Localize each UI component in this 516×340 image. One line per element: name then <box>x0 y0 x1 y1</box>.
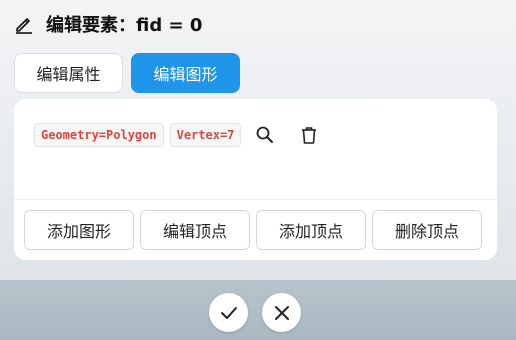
edit-feature-panel: 编辑要素：fid = 0 编辑属性 编辑图形 Geometry=Polygon … <box>0 0 516 280</box>
geometry-card: Geometry=Polygon Vertex=7 添加图形 编辑顶点 添加顶点 <box>14 99 497 260</box>
geometry-type-tag: Geometry=Polygon <box>34 123 164 147</box>
trash-icon[interactable] <box>297 123 321 147</box>
confirm-button[interactable] <box>209 293 248 332</box>
footer-bar <box>0 280 516 340</box>
panel-header: 编辑要素：fid = 0 <box>14 10 202 38</box>
tab-bar: 编辑属性 编辑图形 <box>14 53 240 93</box>
delete-vertex-button[interactable]: 删除顶点 <box>372 210 482 250</box>
add-vertex-button[interactable]: 添加顶点 <box>256 210 366 250</box>
edit-vertex-button[interactable]: 编辑顶点 <box>140 210 250 250</box>
geometry-info-row: Geometry=Polygon Vertex=7 <box>34 123 321 147</box>
close-icon <box>274 305 289 320</box>
check-icon <box>220 306 237 319</box>
geometry-action-bar: 添加图形 编辑顶点 添加顶点 删除顶点 <box>24 210 482 250</box>
card-divider <box>14 199 497 200</box>
vertex-count-tag: Vertex=7 <box>169 123 242 147</box>
edit-pencil-icon <box>14 14 34 34</box>
add-geometry-button[interactable]: 添加图形 <box>24 210 134 250</box>
page-title: 编辑要素：fid = 0 <box>46 15 203 36</box>
cancel-button[interactable] <box>262 293 301 332</box>
tab-edit-geometry[interactable]: 编辑图形 <box>131 53 240 93</box>
search-icon[interactable] <box>253 123 277 147</box>
tab-edit-attributes[interactable]: 编辑属性 <box>14 53 123 93</box>
